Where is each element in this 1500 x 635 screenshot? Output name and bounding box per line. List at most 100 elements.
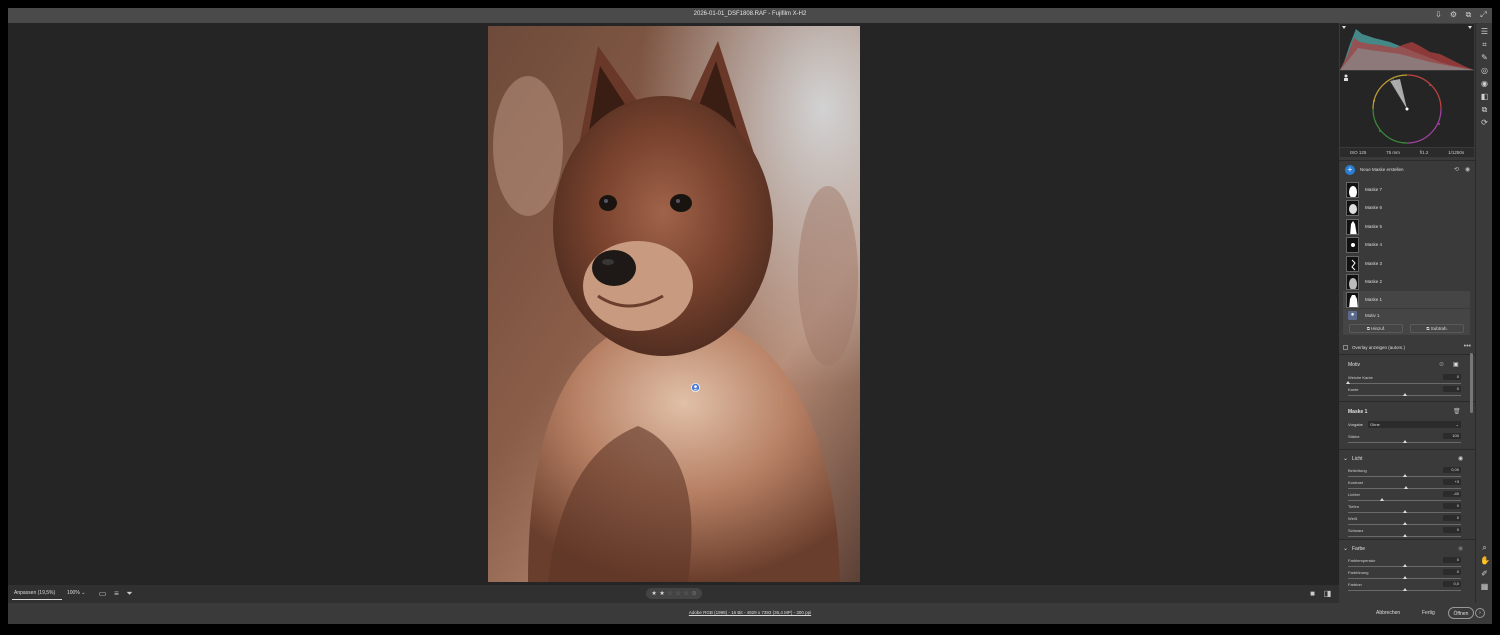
new-mask-plus-icon[interactable]: +: [1345, 165, 1355, 175]
slider-kante[interactable]: Kante 0: [1348, 386, 1461, 399]
compare-view-icon[interactable]: ▭: [98, 589, 107, 598]
split-view-icon[interactable]: ◨: [1323, 589, 1332, 598]
open-options-icon[interactable]: ›: [1475, 608, 1485, 618]
mask-thumbnail: [1346, 200, 1359, 216]
mask-item-6[interactable]: Maske 6: [1343, 199, 1470, 216]
image-canvas[interactable]: [8, 23, 1339, 585]
mask-item-5[interactable]: Maske 5: [1343, 218, 1470, 235]
mask-thumbnail: [1346, 274, 1359, 290]
add-button[interactable]: ⧉ Hinzuf.: [1349, 324, 1403, 333]
done-button[interactable]: Fertig: [1422, 607, 1435, 619]
add-subtract-row: ⧉ Hinzuf. ⧉ Subtrah.: [1343, 322, 1470, 335]
mask-thumbnail: [1346, 219, 1359, 235]
preset-select[interactable]: Ohne ⌄: [1368, 421, 1461, 428]
red-eye-icon[interactable]: ◉: [1480, 79, 1489, 88]
more-options-icon[interactable]: •••: [1464, 343, 1471, 350]
reject-icon[interactable]: ⊘: [692, 590, 697, 597]
chevron-down-icon: ⌄: [1455, 422, 1459, 427]
mask-item-1[interactable]: Maske 1: [1343, 291, 1470, 308]
visibility-eye-icon[interactable]: ◉: [1465, 166, 1473, 174]
new-mask-row[interactable]: + Neue Maske erstellen ⟲ ◉: [1343, 164, 1473, 176]
invert-icon[interactable]: ⊘: [1439, 361, 1447, 369]
overlay-toggle[interactable]: Overlay anzeigen (autom.) •••: [1343, 343, 1473, 353]
star-icon[interactable]: ☆: [684, 590, 689, 597]
mask-name: Maske 5: [1365, 224, 1383, 229]
mask-name: Maske 4: [1365, 242, 1383, 247]
reset-icon[interactable]: ⟲: [1454, 166, 1462, 174]
before-after-icon[interactable]: ■: [1308, 589, 1317, 598]
exif-shutter: 1/1250s: [1448, 150, 1465, 155]
settings-gear-icon[interactable]: ⚙: [1449, 10, 1458, 19]
licht-title: Licht: [1352, 456, 1363, 462]
zoom-icon[interactable]: ⌕: [1480, 543, 1489, 552]
histogram: [1340, 24, 1474, 70]
grid-icon[interactable]: ▦: [1480, 582, 1489, 591]
mask-pin-icon[interactable]: [691, 383, 700, 392]
star-icon[interactable]: ★: [651, 590, 656, 597]
mask1-title: Maske 1: [1348, 409, 1368, 415]
mask-component-motiv[interactable]: ● Motiv 1: [1343, 309, 1470, 322]
save-icon[interactable]: ⇩: [1434, 10, 1443, 19]
motiv-title: Motiv: [1348, 362, 1360, 368]
zoom-100-button[interactable]: 100% ⌄: [67, 590, 85, 596]
star-icon[interactable]: ☆: [667, 590, 672, 597]
star-icon[interactable]: ★: [659, 590, 664, 597]
mask-thumbnail: [1346, 256, 1359, 272]
more-icon[interactable]: ⟳: [1480, 118, 1489, 127]
refine-icon[interactable]: ▣: [1453, 361, 1461, 369]
mask-item-3[interactable]: Maske 3: [1343, 255, 1470, 272]
star-icon[interactable]: ☆: [675, 590, 680, 597]
visibility-eye-icon[interactable]: ◉: [1458, 455, 1463, 462]
star-rating[interactable]: ★ ★ ☆ ☆ ☆ ⊘: [646, 588, 702, 599]
sort-icon[interactable]: ≡: [112, 589, 121, 598]
farbe-section: ⌄ Farbe ◉ Farbtemperatur 0 Farbtönung 0 Farb…: [1339, 541, 1470, 603]
mask-component-label: Motiv 1: [1365, 313, 1380, 318]
delete-mask-icon[interactable]: 🗑: [1453, 408, 1461, 415]
color-wheel-vectorscope: [1340, 71, 1474, 147]
mask-item-7[interactable]: Maske 7: [1343, 181, 1470, 198]
new-mask-label[interactable]: Neue Maske erstellen: [1360, 167, 1404, 172]
preset-label: Vorgabe: [1348, 422, 1363, 427]
subtract-button[interactable]: ⧉ Subtrah.: [1410, 324, 1464, 333]
chevron-down-icon[interactable]: ⌄: [1343, 455, 1348, 462]
chevron-down-icon[interactable]: ⌄: [1343, 545, 1348, 552]
exif-info: ISO 125 75 mm f/1.2 1/1250s: [1340, 148, 1474, 157]
remove-tool-icon[interactable]: ✎: [1480, 53, 1489, 62]
farbe-title: Farbe: [1352, 546, 1366, 552]
subject-person-icon: ●: [1348, 311, 1357, 320]
crop-icon[interactable]: ⌗: [1480, 40, 1489, 49]
file-info-link[interactable]: Adobe RGB (1998) - 16 Bit - 4929 x 7393 …: [8, 610, 1492, 615]
snapshots-icon[interactable]: ⧉: [1480, 105, 1489, 114]
fullscreen-toggle-icon[interactable]: ⧉: [1464, 10, 1473, 19]
mask-item-2[interactable]: Maske 2: [1343, 273, 1470, 290]
footer-bar: Adobe RGB (1998) - 16 Bit - 4929 x 7393 …: [8, 603, 1492, 624]
zoom-fit-button[interactable]: Anpassen (19,5%): [14, 590, 55, 596]
filter-icon[interactable]: ⏷: [125, 589, 134, 598]
panel-scrollbar[interactable]: [1470, 353, 1473, 413]
mask-name: Maske 3: [1365, 261, 1383, 266]
mask-thumbnail: [1346, 292, 1359, 308]
eyedropper-icon[interactable]: ✐: [1480, 569, 1489, 578]
mask-name: Maske 6: [1365, 205, 1383, 210]
overlay-checkbox[interactable]: [1343, 345, 1348, 350]
visibility-eye-icon[interactable]: ◉: [1458, 545, 1463, 552]
bottom-toolbar: Anpassen (19,5%) 100% ⌄ ▭ ≡ ⏷ ★ ★ ☆ ☆ ☆ ⊘ ■ ◨: [8, 585, 1339, 603]
slider-farbton[interactable]: Farbton 0,0: [1348, 581, 1461, 594]
edit-sliders-icon[interactable]: ☰: [1480, 27, 1489, 36]
masking-icon[interactable]: ◎: [1480, 66, 1489, 75]
mask1-section: Maske 1 🗑 Vorgabe Ohne ⌄ Stärke 100: [1339, 403, 1470, 449]
expand-icon[interactable]: ⤢: [1479, 10, 1488, 19]
mask-name: Maske 7: [1365, 187, 1383, 192]
motiv-section: Motiv ⊘ ▣ Weiche Kante 0 Kante 0: [1339, 355, 1470, 401]
cancel-button[interactable]: Abbrechen: [1376, 607, 1400, 619]
mask-item-4[interactable]: Maske 4: [1343, 236, 1470, 253]
right-panel: ISO 125 75 mm f/1.2 1/1250s + Neue Maske…: [1339, 23, 1475, 603]
presets-icon[interactable]: ◧: [1480, 92, 1489, 101]
exif-iso: ISO 125: [1349, 150, 1367, 155]
hand-icon[interactable]: ✋: [1480, 556, 1490, 565]
photo-preview-dog[interactable]: [488, 26, 860, 582]
strength-slider[interactable]: Stärke 100: [1348, 433, 1461, 446]
mask-name: Maske 2: [1365, 279, 1383, 284]
licht-section: ⌄ Licht ◉ Belichtung 0,00 Kontrast +3 Lichte…: [1339, 451, 1470, 539]
open-button[interactable]: Öffnen: [1448, 607, 1474, 619]
